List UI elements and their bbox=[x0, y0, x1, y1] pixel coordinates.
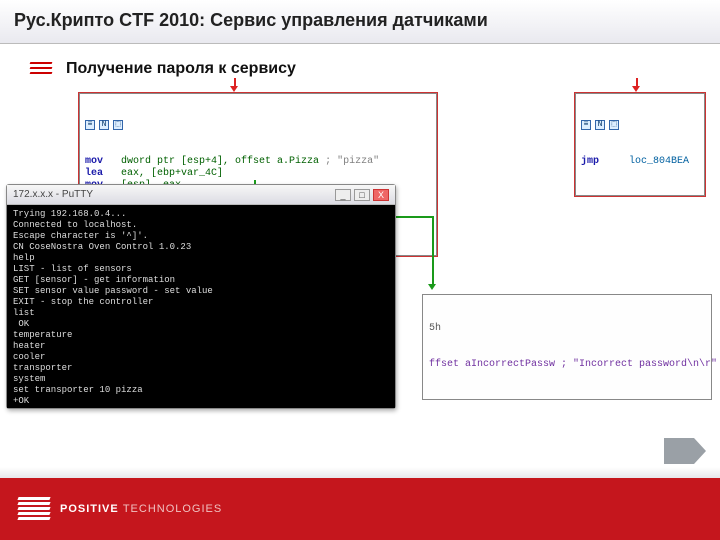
maximize-button[interactable]: □ bbox=[354, 189, 370, 201]
block-icon: ⬚ bbox=[609, 120, 619, 130]
partial-line: ffset aIncorrectPassw ; "Incorrect passw… bbox=[429, 359, 717, 370]
brand-text: POSITIVE TECHNOLOGIES bbox=[60, 503, 222, 515]
brand-stripes-icon bbox=[18, 497, 50, 521]
block-icon: ≡ bbox=[581, 120, 591, 130]
footer-bar: POSITIVE TECHNOLOGIES bbox=[0, 478, 720, 540]
disasm-block-right: ≡ N ⬚ jmp loc_804BEA bbox=[574, 92, 706, 197]
brand-word: POSITIVE bbox=[60, 503, 119, 515]
block-icon: ⬚ bbox=[113, 120, 123, 130]
disasm-line: mov dword ptr [esp+4], offset a.Pizza ; … bbox=[85, 156, 431, 168]
mnemonic: jmp bbox=[581, 156, 599, 167]
bullet-icon bbox=[30, 62, 52, 76]
subtitle: Получение пароля к сервису bbox=[66, 60, 296, 78]
block-icon: N bbox=[99, 120, 109, 130]
partial-line: 5h bbox=[429, 323, 705, 335]
terminal-title: 172.x.x.x - PuTTY bbox=[13, 189, 93, 200]
terminal-titlebar[interactable]: 172.x.x.x - PuTTY _ □ X bbox=[7, 185, 395, 205]
block-icon: ≡ bbox=[85, 120, 95, 130]
brand-word: TECHNOLOGIES bbox=[123, 503, 222, 515]
block-icon: N bbox=[595, 120, 605, 130]
title-bar: Рус.Крипто CTF 2010: Сервис управления д… bbox=[0, 0, 720, 44]
terminal-body[interactable]: Trying 192.168.0.4... Connected to local… bbox=[7, 205, 395, 408]
flow-arrow-true bbox=[432, 216, 434, 286]
subtitle-row: Получение пароля к сервису bbox=[30, 60, 712, 78]
disasm-block-partial: 5h ffset aIncorrectPassw ; "Incorrect pa… bbox=[422, 294, 712, 400]
disasm-line: lea eax, [ebp+var_4C] bbox=[85, 168, 431, 180]
arrow-head-icon bbox=[428, 284, 436, 290]
minimize-button[interactable]: _ bbox=[335, 189, 351, 201]
operand: loc_804BEA bbox=[629, 156, 689, 167]
next-arrow-icon[interactable] bbox=[664, 438, 694, 464]
close-button[interactable]: X bbox=[373, 189, 389, 201]
page-title: Рус.Крипто CTF 2010: Сервис управления д… bbox=[14, 10, 706, 31]
terminal-window[interactable]: 172.x.x.x - PuTTY _ □ X Trying 192.168.0… bbox=[6, 184, 396, 409]
diagram-canvas: ≡ N ⬚ mov dword ptr [esp+4], offset a.Pi… bbox=[6, 84, 714, 414]
brand-logo: POSITIVE TECHNOLOGIES bbox=[18, 497, 222, 521]
